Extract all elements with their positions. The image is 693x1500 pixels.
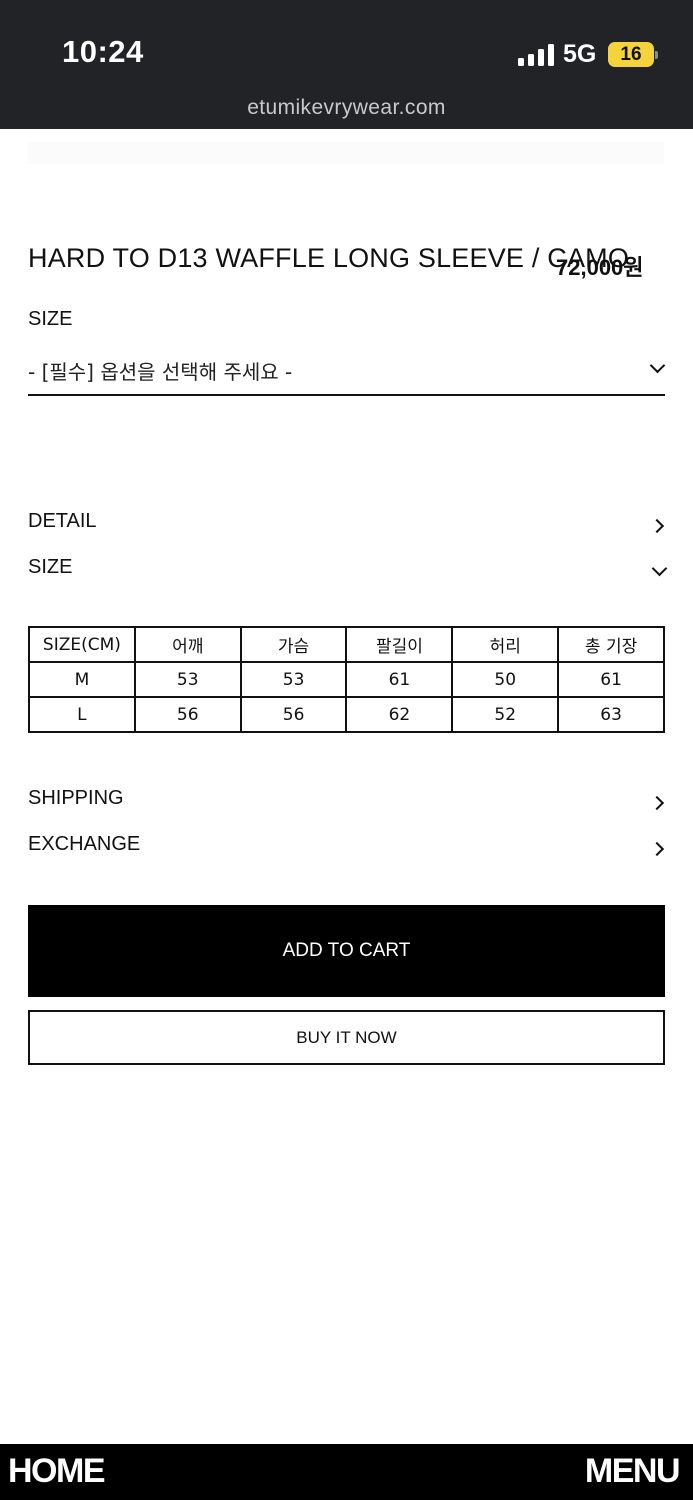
- menu-link[interactable]: MENU: [585, 1452, 681, 1491]
- table-cell: 56: [133, 696, 242, 733]
- size-option-label: SIZE: [28, 308, 73, 330]
- table-cell: 50: [451, 661, 560, 698]
- table-header-cell: 가슴: [239, 626, 348, 663]
- table-header-cell: SIZE(CM): [28, 626, 136, 663]
- status-time: 10:24: [62, 34, 144, 69]
- table-cell: 62: [345, 696, 454, 733]
- chevron-right-icon: [649, 795, 665, 811]
- table-row: M 53 53 61 50 61: [28, 661, 665, 698]
- home-link[interactable]: HOME: [8, 1452, 106, 1491]
- table-header-cell: 허리: [451, 626, 560, 663]
- table-cell: 53: [133, 661, 242, 698]
- chevron-right-icon: [649, 841, 665, 857]
- chevron-right-icon: [649, 518, 665, 534]
- table-cell: 56: [239, 696, 348, 733]
- table-header-cell: 총 기장: [557, 626, 665, 663]
- buy-now-button[interactable]: BUY IT NOW: [28, 1010, 665, 1065]
- table-header-cell: 팔길이: [345, 626, 454, 663]
- table-cell: 61: [345, 661, 454, 698]
- chevron-down-icon: [649, 357, 666, 374]
- table-header-cell: 어깨: [133, 626, 242, 663]
- chevron-down-icon: [651, 560, 668, 577]
- add-to-cart-button[interactable]: ADD TO CART: [28, 905, 665, 997]
- header-divider: [28, 142, 664, 164]
- battery-cap: [655, 51, 658, 59]
- accordion-exchange-label: EXCHANGE: [28, 833, 141, 855]
- accordion-shipping[interactable]: SHIPPING: [28, 787, 665, 817]
- accordion-shipping-label: SHIPPING: [28, 787, 124, 809]
- table-cell: L: [28, 696, 136, 733]
- table-header-row: SIZE(CM) 어깨 가슴 팔길이 허리 총 기장: [28, 626, 665, 663]
- accordion-size[interactable]: SIZE: [28, 556, 668, 586]
- accordion-detail[interactable]: DETAIL: [28, 510, 665, 540]
- table-cell: M: [28, 661, 136, 698]
- battery-icon: 16: [608, 42, 654, 67]
- table-row: L 56 56 62 52 63: [28, 696, 665, 733]
- size-select-placeholder: - [필수] 옵션을 선택해 주세요 -: [28, 360, 293, 384]
- bottom-nav: HOME MENU: [0, 1444, 693, 1500]
- accordion-detail-label: DETAIL: [28, 510, 97, 532]
- accordion-exchange[interactable]: EXCHANGE: [28, 833, 665, 863]
- table-cell: 53: [239, 661, 348, 698]
- battery-level: 16: [620, 44, 642, 65]
- size-chart-table: SIZE(CM) 어깨 가슴 팔길이 허리 총 기장 M 53 53 61 50…: [28, 626, 665, 733]
- accordion-size-label: SIZE: [28, 556, 73, 578]
- product-title: HARD TO D13 WAFFLE LONG SLEEVE / CAMO: [28, 243, 630, 273]
- signal-icon: [518, 44, 554, 66]
- table-cell: 63: [557, 696, 665, 733]
- status-bar: 10:24 5G 16 etumikevrywear.com: [0, 0, 693, 129]
- network-type: 5G: [563, 40, 597, 68]
- product-price: 72,000원: [556, 255, 644, 280]
- table-cell: 61: [557, 661, 665, 698]
- size-select[interactable]: - [필수] 옵션을 선택해 주세요 -: [28, 344, 666, 396]
- table-cell: 52: [451, 696, 560, 733]
- address-bar-url[interactable]: etumikevrywear.com: [0, 96, 693, 120]
